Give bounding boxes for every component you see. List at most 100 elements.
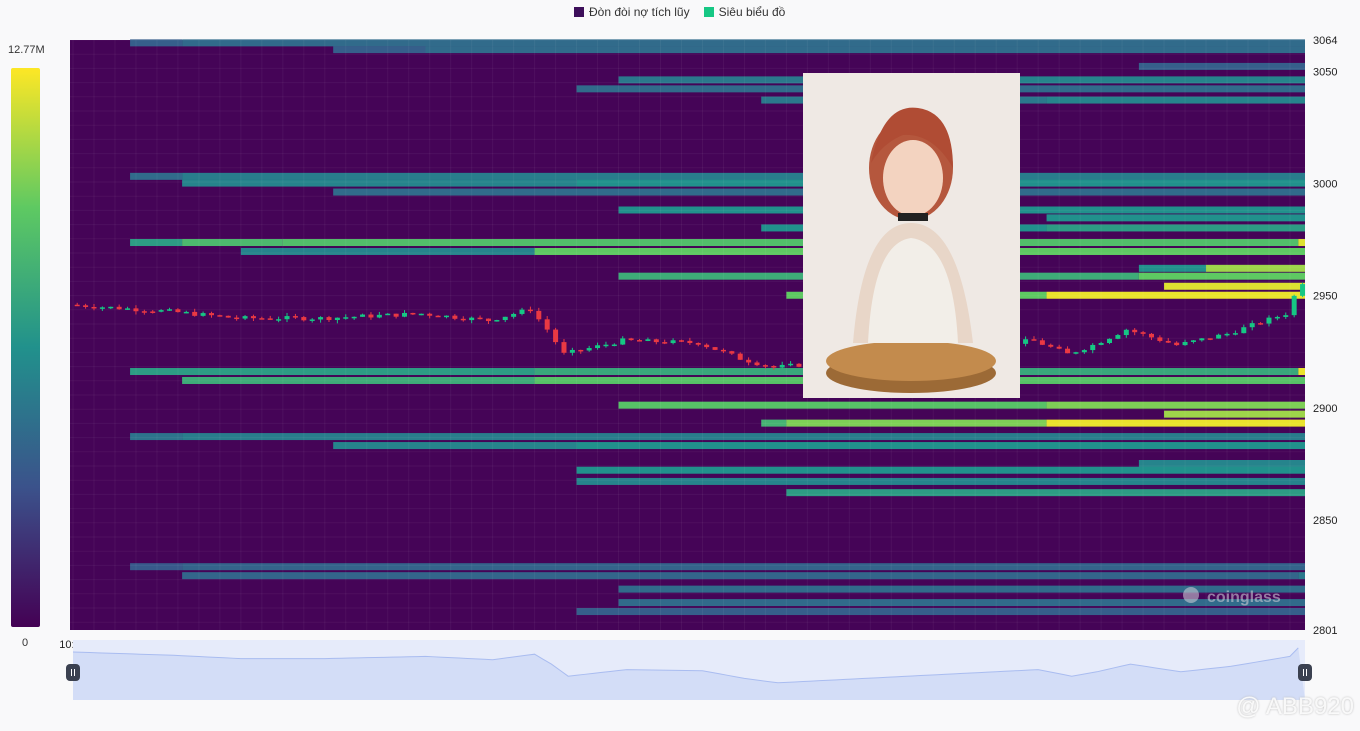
- heatmap-band: [182, 572, 1299, 580]
- heatmap-band: [130, 239, 183, 247]
- candle-body: [334, 317, 340, 321]
- candle-body: [511, 313, 517, 317]
- candle-body: [217, 315, 223, 317]
- heatmap-band: [576, 477, 1305, 485]
- navigator-handle-left[interactable]: [66, 664, 80, 681]
- candle-body: [1148, 333, 1154, 338]
- candle-body: [544, 319, 550, 330]
- coinglass-watermark: coinglass: [1207, 589, 1281, 606]
- candle-body: [662, 342, 668, 344]
- candle-body: [603, 344, 609, 347]
- heatmap-band: [425, 46, 1305, 54]
- candle-body: [1039, 340, 1045, 345]
- candle-body: [1065, 348, 1071, 354]
- candle-body: [402, 312, 408, 317]
- candle-body: [779, 364, 785, 368]
- y-tick-label: 3064: [1313, 35, 1337, 47]
- candle-body: [125, 308, 131, 310]
- candle-body: [1081, 350, 1087, 353]
- y-tick-label: 2900: [1313, 403, 1337, 415]
- candle-body: [141, 311, 147, 313]
- candle-body: [1090, 344, 1096, 351]
- candle-body: [1258, 323, 1264, 325]
- candle-body: [1283, 315, 1289, 317]
- candle-body: [695, 342, 701, 345]
- candle-body: [200, 313, 206, 316]
- candle-body: [183, 311, 189, 314]
- candle-body: [116, 306, 122, 310]
- candle-body: [637, 340, 643, 342]
- y-axis: 3064 3050 3000 2950 2900 2850 2801: [1313, 35, 1337, 637]
- heatmap-band: [130, 172, 183, 180]
- candle-body: [1174, 342, 1180, 346]
- candle-body: [385, 313, 391, 316]
- heatmap-band: [333, 442, 577, 450]
- y-tick-label: 2950: [1313, 291, 1337, 303]
- y-tick-label: 2801: [1313, 625, 1337, 637]
- y-tick-label: 2850: [1313, 515, 1337, 527]
- candle-body: [175, 309, 181, 313]
- candle-body: [418, 313, 424, 316]
- candle-body: [586, 348, 592, 351]
- candle-body: [569, 349, 575, 353]
- candle-body: [443, 315, 449, 318]
- candle-body: [1266, 317, 1272, 324]
- candle-body: [1048, 344, 1054, 347]
- candle-body: [720, 349, 726, 352]
- heatmap-band: [130, 433, 183, 441]
- candle-body: [1199, 338, 1205, 341]
- candle-body: [267, 318, 273, 320]
- candle-body: [477, 317, 483, 320]
- candle-body: [678, 340, 684, 342]
- candle-body: [653, 339, 659, 343]
- candle-body: [1224, 333, 1230, 336]
- candle-body: [301, 317, 307, 321]
- candle-body: [519, 309, 525, 314]
- candle-body: [502, 316, 508, 321]
- candle-body: [578, 349, 584, 352]
- candle-body: [208, 313, 214, 316]
- heatmap-chart[interactable]: coinglass 3064305030002950290028502801 1…: [0, 0, 1360, 731]
- range-navigator[interactable]: [66, 640, 1312, 700]
- candle-body: [536, 310, 542, 320]
- candle-body: [309, 319, 315, 321]
- candle-body: [595, 345, 601, 349]
- heatmap-band: [576, 608, 1305, 616]
- candle-body: [704, 344, 710, 348]
- heatmap-band: [1046, 96, 1305, 104]
- candle-body: [259, 318, 265, 320]
- candle-body: [553, 329, 559, 343]
- heatmap-band: [1298, 368, 1305, 376]
- candle-body: [746, 359, 752, 363]
- heatmap-band: [1046, 224, 1305, 232]
- candle-body: [133, 308, 139, 312]
- navigator-handle-right[interactable]: [1298, 664, 1312, 681]
- candle-body: [1157, 337, 1163, 341]
- candle-body: [225, 315, 231, 318]
- candle-body: [485, 318, 491, 322]
- candle-body: [276, 319, 282, 321]
- candle-body: [427, 313, 433, 316]
- heatmap-band: [182, 239, 283, 247]
- heatmap-background: [70, 40, 1305, 630]
- candle-body: [1165, 340, 1171, 343]
- candle-body: [670, 340, 676, 344]
- candle-body: [158, 310, 164, 312]
- candle-body: [91, 306, 97, 309]
- candle-body: [99, 307, 105, 309]
- candle-body: [494, 320, 500, 322]
- candle-body: [234, 317, 240, 320]
- candle-body: [326, 317, 332, 321]
- heatmap-band: [576, 466, 1305, 474]
- heatmap-band: [618, 401, 1047, 409]
- candle-body: [1115, 335, 1121, 339]
- candle-body: [242, 316, 248, 319]
- candle-body: [620, 338, 626, 345]
- candle-body: [410, 312, 416, 315]
- candle-body: [108, 306, 114, 309]
- candle-body: [754, 362, 760, 366]
- candle-body: [460, 318, 466, 321]
- candle-body: [527, 309, 533, 312]
- heatmap-band: [1298, 239, 1305, 247]
- heatmap-band: [1046, 401, 1305, 409]
